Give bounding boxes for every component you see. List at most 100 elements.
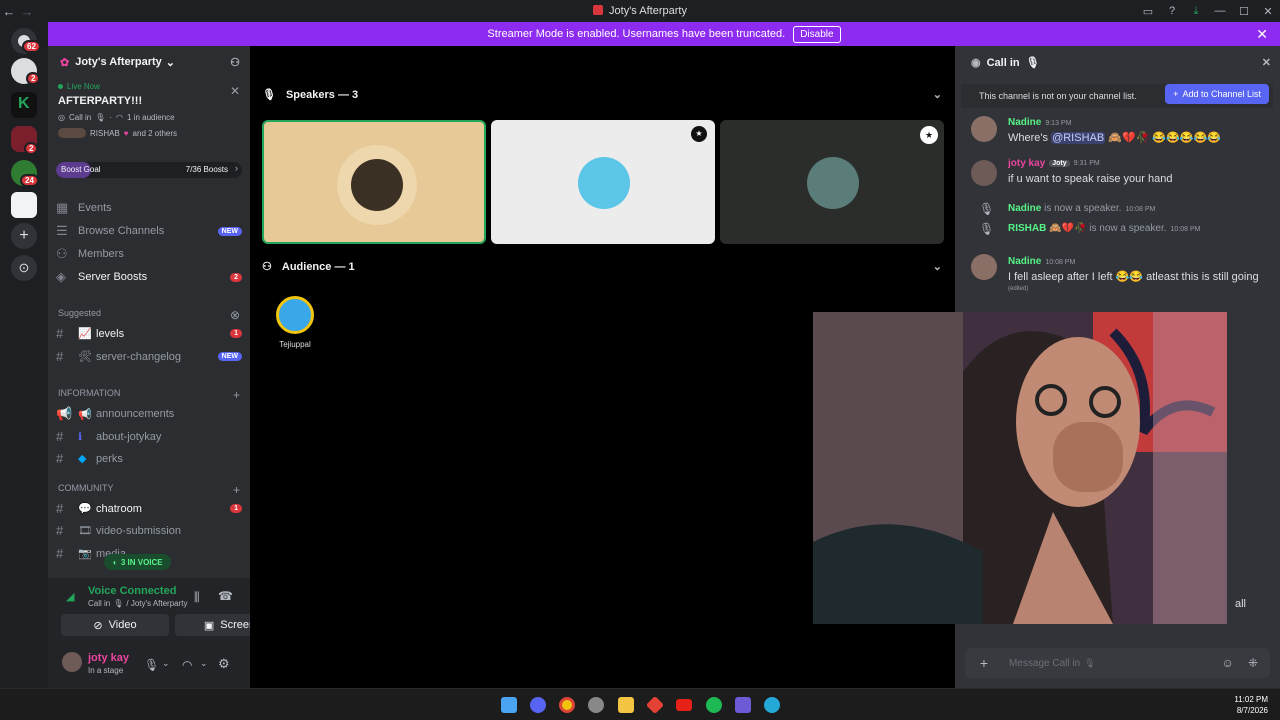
app-grid-icon[interactable] [735,697,751,713]
sticker-icon[interactable]: ☺ [1222,656,1234,670]
spotify-icon[interactable] [706,697,722,713]
audience-avatar [276,296,314,334]
inbox-icon[interactable]: ▭ [1136,5,1160,18]
signal-icon: ◢ [66,591,75,603]
add-server-icon[interactable]: + [11,223,37,249]
speaker-icon: ◖ [112,557,117,567]
stage-title: AFTERPARTY!!! [58,95,143,107]
chevron-down-icon[interactable]: ⌄ [200,658,208,669]
emoji-row: 🙈💔🥀 😂😂😂😂😂 [1108,132,1221,144]
settings-gear-icon[interactable]: ⚙ [218,656,230,672]
screen-icon: ▣ [203,619,215,632]
community-category[interactable]: COMMUNITY + [58,483,240,497]
disconnect-icon[interactable]: ☎ [218,589,233,603]
system-clock[interactable]: 11:02 PM 8/7/2026 [1234,694,1268,716]
disable-streamer-mode-button[interactable]: Disable [793,25,841,43]
video-overlay[interactable] [813,312,1227,624]
channel-announcements[interactable]: 📢 📢 announcements [56,406,242,422]
audience-header[interactable]: ⚇ Audience — 1 ⌄ [262,260,942,274]
members-item[interactable]: ⚇ Members [56,246,242,262]
message-avatar[interactable] [971,116,997,142]
message-composer[interactable]: + Message Call in 🎙 ☺ ⁜ [965,648,1270,678]
app-icon[interactable] [645,695,665,715]
server-rail: 62 2 K 2 24 + ⊙ [0,22,48,688]
channel-video-submission[interactable]: # 🎞 video-submission [56,523,242,538]
add-channel-icon[interactable]: + [233,388,240,402]
mic-icon: 🎙 [113,599,124,608]
channel-server-changelog[interactable]: # 🛠 server-changelog NEW [56,349,242,364]
close-chat-icon[interactable]: ✕ [1262,56,1271,69]
close-live-icon[interactable]: ✕ [230,84,240,98]
download-icon[interactable]: ⤓ [1184,5,1208,18]
megaphone-icon: 📢 [56,406,73,421]
chrome-icon[interactable] [559,697,575,713]
video-off-icon: ⊘ [93,619,103,632]
dm-badge: 62 [22,40,41,53]
system-message: Nadine is now a speaker. 10:08 PM [1008,203,1156,214]
hash-icon: # [56,326,64,341]
discover-icon[interactable]: ⊙ [11,255,37,281]
server-icon-2[interactable]: K [11,92,37,118]
close-window-button[interactable]: ✕ [1256,5,1280,18]
channel-about-jotykay[interactable]: # ℹ about-jotykay [56,429,242,444]
channel-chatroom[interactable]: # 💬 chatroom 1 [56,501,242,516]
chat-message: joty kay Joty 9:31 PM if u want to speak r… [1008,158,1173,185]
info-emoji-icon: ℹ [78,431,83,443]
youtube-icon[interactable] [676,699,692,711]
audience-icon: ⚇ [262,261,272,273]
start-icon[interactable] [501,697,517,713]
system-message: RISHAB 🙈💔🥀 is now a speaker. 10:08 PM [1008,223,1201,234]
channel-levels[interactable]: # 📈 levels 1 [56,326,242,341]
close-banner-icon[interactable]: ✕ [1256,26,1268,43]
attach-plus-icon[interactable]: + [971,655,997,671]
audience-member[interactable]: Tejiuppal [272,296,318,349]
server-header[interactable]: ✿ Joty's Afterparty ⌄ ⚇ [48,46,250,78]
window-title: Joty's Afterparty [0,5,1280,17]
add-to-channel-list-button[interactable]: + Add to Channel List [1165,84,1269,104]
server-badge: 24 [20,174,39,187]
minimize-button[interactable]: — [1208,5,1232,17]
title-bar: ← → Joty's Afterparty ▭ ? ⤓ — ☐ ✕ [0,0,1280,22]
server-icon-5[interactable] [11,192,37,218]
mic-icon: 🎙 [262,89,276,101]
chat-message: Nadine 9:13 PM Where's @RISHAB 🙈💔🥀 😂😂😂😂😂 [1008,117,1221,144]
message-avatar[interactable] [971,160,997,186]
channel-perks[interactable]: # ◆ perks [56,451,242,466]
add-channel-icon[interactable]: + [233,483,240,497]
server-boosts-item[interactable]: ◈ Server Boosts 2 [56,269,242,285]
boost-goal-bar[interactable]: Boost Goal 7/36 Boosts › [56,162,242,178]
dismiss-suggested-icon[interactable]: ⊗ [230,308,240,322]
browse-channels-item[interactable]: ☰ Browse Channels NEW [56,223,242,239]
speaker-tile[interactable]: ★ [491,120,715,244]
mute-icon[interactable]: 🎙 [144,658,159,672]
emoji-row: 🙈💔🥀 [1049,223,1087,234]
speaker-avatar [351,159,403,211]
speaker-tile[interactable]: ★ [720,120,944,244]
apps-icon[interactable]: ⁜ [1248,656,1258,670]
information-category[interactable]: INFORMATION + [58,388,240,402]
voice-location[interactable]: Call in 🎙 / Joty's Afterparty [88,599,188,608]
edge-icon[interactable] [764,697,780,713]
events-item[interactable]: ▦ Events [56,200,242,216]
noise-suppression-icon[interactable]: ⫼ [194,590,200,605]
discord-taskbar-icon[interactable] [530,697,546,713]
video-button[interactable]: ⊘ Video [61,614,169,636]
app-icon[interactable] [588,697,604,713]
suggested-header: Suggested ⊗ [58,308,240,322]
mention[interactable]: @RISHAB [1051,132,1106,144]
boost-icon: ◈ [56,269,66,284]
user-avatar[interactable] [62,652,82,672]
file-explorer-icon[interactable] [618,697,634,713]
message-input[interactable]: Message Call in [1009,658,1080,669]
speaker-tile[interactable] [262,120,486,244]
deafen-icon[interactable]: ◠ [182,658,192,672]
invite-icon[interactable]: ⚇ [230,56,240,69]
help-icon[interactable]: ? [1160,5,1184,17]
server-icon [593,5,604,15]
in-voice-pill[interactable]: ◖ 3 IN VOICE [104,554,171,570]
speakers-header[interactable]: 🎙 Speakers — 3 ⌄ [262,88,942,102]
live-stage-card[interactable]: Live Now AFTERPARTY!!! ✕ ◎ Call in 🎙 · ◠ 1 … [58,82,240,138]
chevron-down-icon[interactable]: ⌄ [162,658,170,669]
maximize-button[interactable]: ☐ [1232,5,1256,18]
message-avatar[interactable] [971,254,997,280]
